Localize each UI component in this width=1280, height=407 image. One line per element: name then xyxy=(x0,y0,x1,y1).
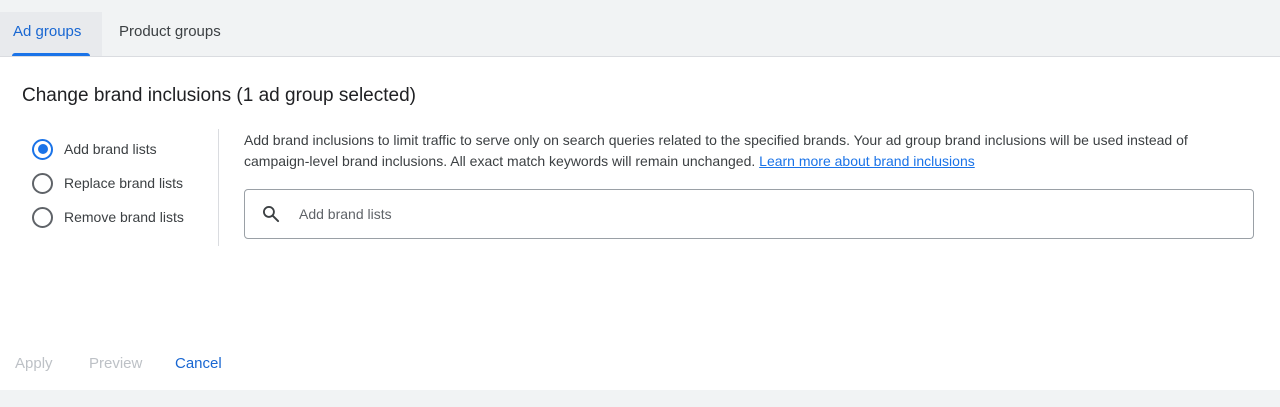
radio-replace-brand-lists[interactable]: Replace brand lists xyxy=(32,172,212,194)
description: Add brand inclusions to limit traffic to… xyxy=(244,130,1254,172)
radio-label: Remove brand lists xyxy=(64,209,184,225)
brand-list-search[interactable] xyxy=(244,189,1254,239)
apply-button[interactable]: Apply xyxy=(15,355,53,372)
brand-inclusions-panel: Change brand inclusions (1 ad group sele… xyxy=(0,57,1280,390)
tab-bar: Ad groups Product groups xyxy=(0,0,1280,57)
radio-add-brand-lists[interactable]: Add brand lists xyxy=(32,138,212,160)
tab-ad-groups[interactable]: Ad groups xyxy=(0,12,102,56)
description-text: Add brand inclusions to limit traffic to… xyxy=(244,132,1188,169)
preview-button[interactable]: Preview xyxy=(89,355,142,372)
learn-more-link[interactable]: Learn more about brand inclusions xyxy=(759,153,975,169)
search-icon xyxy=(263,206,280,223)
radio-label: Add brand lists xyxy=(64,141,157,157)
radio-label: Replace brand lists xyxy=(64,175,184,191)
radio-unchecked-icon[interactable] xyxy=(32,172,53,194)
radio-checked-icon[interactable] xyxy=(32,138,53,160)
cancel-button[interactable]: Cancel xyxy=(175,355,222,372)
search-input[interactable] xyxy=(299,190,1199,238)
radio-remove-brand-lists[interactable]: Remove brand lists xyxy=(32,206,212,228)
tab-product-groups[interactable]: Product groups xyxy=(102,12,242,56)
radio-unchecked-icon[interactable] xyxy=(32,206,53,228)
vertical-divider xyxy=(218,129,219,246)
page-title: Change brand inclusions (1 ad group sele… xyxy=(22,85,416,106)
